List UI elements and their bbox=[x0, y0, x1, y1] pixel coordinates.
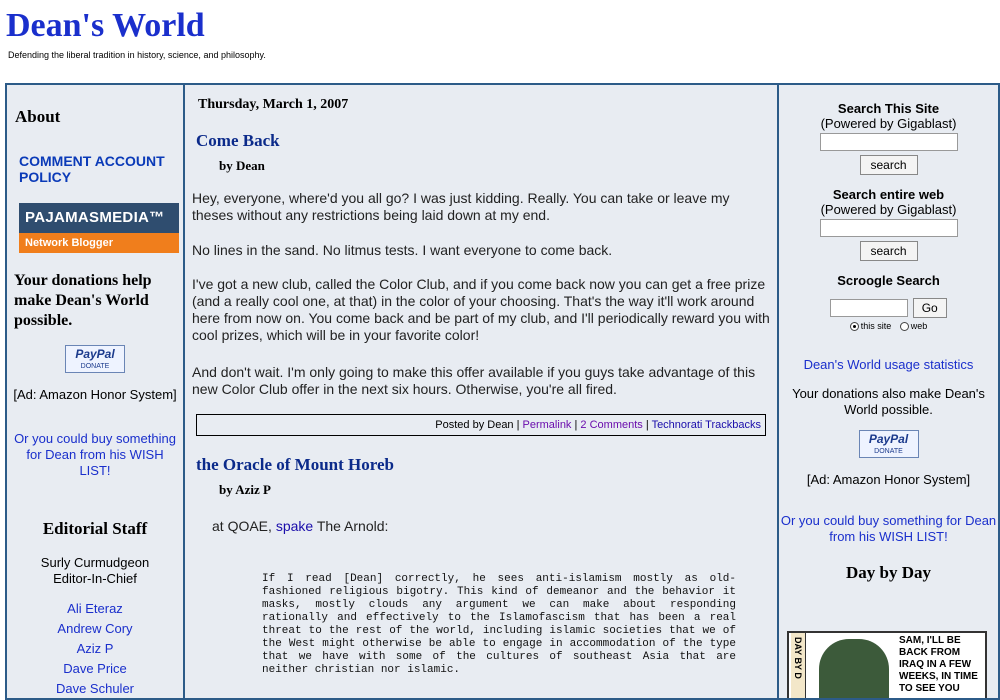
scroogle-input[interactable] bbox=[830, 299, 909, 317]
radio-this-site-label: this site bbox=[860, 321, 892, 331]
left-sidebar: About COMMENT ACCOUNT POLICY PAJAMASMEDI… bbox=[5, 83, 183, 700]
paypal-donate-label: DONATE bbox=[80, 363, 110, 370]
amazon-honor-ad[interactable]: [Ad: Amazon Honor System] bbox=[11, 387, 179, 403]
post-intro: at QOAE, spake The Arnold: bbox=[212, 518, 777, 535]
radio-web[interactable] bbox=[899, 322, 909, 332]
post-footer: Posted by Dean | Permalink | 2 Comments … bbox=[196, 414, 766, 436]
search-web-powered: (Powered by Gigablast) bbox=[820, 202, 957, 217]
permalink-link[interactable]: Permalink bbox=[523, 419, 572, 431]
staff-link[interactable]: Andrew Cory bbox=[11, 619, 179, 639]
pajamas-media-logo: PAJAMASMEDIA™ bbox=[19, 203, 179, 233]
paypal-logo: PayPal bbox=[868, 432, 909, 447]
paypal-donate-label: DONATE bbox=[874, 448, 903, 456]
editorial-staff-heading: Editorial Staff bbox=[42, 519, 148, 538]
staff-list: Ali Eteraz Andrew Cory Aziz P Dave Price… bbox=[11, 599, 179, 698]
network-blogger-label: Network Blogger bbox=[19, 233, 179, 253]
search-site-powered: (Powered by Gigablast) bbox=[820, 116, 957, 131]
post-date: Thursday, March 1, 2007 bbox=[198, 97, 349, 112]
editor-in-chief-name: Surly Curmudgeon bbox=[40, 555, 150, 570]
separator: | bbox=[645, 419, 649, 431]
donate-heading: Your donations help make Dean's World po… bbox=[14, 272, 152, 329]
staff-link[interactable]: Dave Price bbox=[11, 659, 179, 679]
staff-link[interactable]: Ali Eteraz bbox=[11, 599, 179, 619]
search-site-button[interactable]: search bbox=[859, 155, 918, 175]
main-content: Thursday, March 1, 2007 Come Back by Dea… bbox=[183, 83, 779, 700]
day-by-day-comic[interactable]: DAY BY D SAM, I'LL BE BACK FROM IRAQ IN … bbox=[787, 631, 987, 698]
radio-this-site[interactable] bbox=[849, 322, 859, 332]
search-site-heading: Search This Site bbox=[837, 101, 940, 116]
search-web-heading: Search entire web bbox=[832, 187, 945, 202]
paypal-donate-button[interactable]: PayPal DONATE bbox=[858, 430, 919, 459]
separator: | bbox=[574, 419, 578, 431]
post-paragraph: Hey, everyone, where'd you all go? I was… bbox=[192, 190, 730, 223]
post-byline: by Aziz P bbox=[219, 482, 271, 497]
spake-link[interactable]: spake bbox=[276, 518, 313, 534]
intro-text: The Arnold: bbox=[316, 518, 389, 534]
post-paragraph: And don't wait. I'm only going to make t… bbox=[192, 364, 756, 397]
posted-by: Posted by Dean | bbox=[435, 419, 520, 431]
day-by-day-heading: Day by Day bbox=[845, 563, 931, 583]
pajamas-media-banner[interactable]: PAJAMASMEDIA™ Network Blogger bbox=[19, 203, 179, 253]
comic-side-label: DAY BY D bbox=[793, 637, 803, 679]
site-title[interactable]: Dean's World bbox=[6, 4, 205, 48]
donations-text: Your donations also make Dean's World po… bbox=[792, 386, 985, 418]
right-sidebar: Search This Site (Powered by Gigablast) … bbox=[779, 83, 1000, 700]
comments-link[interactable]: 2 Comments bbox=[580, 419, 642, 431]
search-site-input[interactable] bbox=[819, 133, 958, 151]
comment-policy-link[interactable]: COMMENT ACCOUNT POLICY bbox=[19, 153, 179, 185]
post-byline: by Dean bbox=[219, 158, 265, 173]
scroogle-row: Go bbox=[779, 298, 998, 318]
trackbacks-link[interactable]: Technorati Trackbacks bbox=[652, 419, 761, 431]
post-paragraph: I've got a new club, called the Color Cl… bbox=[192, 276, 770, 343]
post-paragraph: No lines in the sand. No litmus tests. I… bbox=[192, 242, 613, 258]
post-title-come-back[interactable]: Come Back bbox=[196, 131, 280, 151]
blockquote: If I read [Dean] correctly, he sees anti… bbox=[262, 573, 736, 676]
amazon-honor-ad[interactable]: [Ad: Amazon Honor System] bbox=[779, 472, 998, 487]
editor-in-chief-role: Editor-In-Chief bbox=[53, 571, 137, 586]
site-tagline: Defending the liberal tradition in histo… bbox=[8, 50, 266, 60]
search-web-input[interactable] bbox=[819, 219, 958, 237]
paypal-logo: PayPal bbox=[75, 347, 115, 361]
comic-speech-bubble: SAM, I'LL BE BACK FROM IRAQ IN A FEW WEE… bbox=[899, 635, 978, 694]
wish-list-link[interactable]: Or you could buy something for Dean from… bbox=[779, 513, 998, 545]
scroogle-heading: Scroogle Search bbox=[837, 273, 940, 288]
radio-web-label: web bbox=[910, 321, 928, 331]
comic-side-strip: DAY BY D bbox=[791, 633, 806, 698]
staff-link[interactable]: Dave Schuler bbox=[11, 679, 179, 698]
post-title-oracle[interactable]: the Oracle of Mount Horeb bbox=[196, 455, 394, 475]
intro-text: at QOAE, bbox=[212, 518, 272, 534]
comic-figure bbox=[819, 639, 889, 698]
wish-list-link[interactable]: Or you could buy something for Dean from… bbox=[11, 431, 179, 479]
about-heading: About bbox=[15, 107, 61, 126]
search-web-button[interactable]: search bbox=[859, 241, 918, 261]
scroogle-radio-group: this site web bbox=[779, 321, 998, 332]
site-header: Dean's World Defending the liberal tradi… bbox=[0, 0, 1000, 82]
paypal-donate-button[interactable]: PayPal DONATE bbox=[65, 345, 125, 373]
usage-statistics-link[interactable]: Dean's World usage statistics bbox=[779, 357, 998, 372]
scroogle-go-button[interactable]: Go bbox=[912, 298, 947, 318]
staff-link[interactable]: Aziz P bbox=[11, 639, 179, 659]
